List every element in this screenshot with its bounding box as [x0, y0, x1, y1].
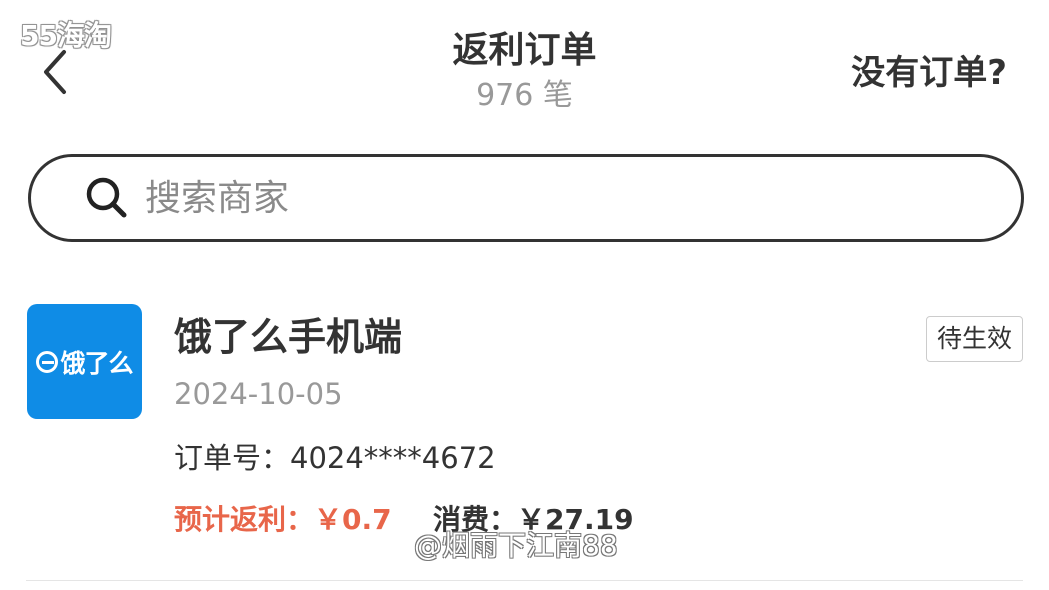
status-badge: 待生效: [925, 316, 1023, 362]
order-rebate-page: 55海淘 返利订单 976 笔 没有订单? 饿了么 饿了么手机端 待生效 202…: [0, 0, 1049, 590]
divider: [26, 580, 1023, 581]
order-item[interactable]: 饿了么 饿了么手机端 待生效 2024-10-05 订单号：4024****46…: [0, 300, 1049, 582]
no-order-link[interactable]: 没有订单?: [851, 50, 1007, 96]
watermark-username: @烟雨下江南88: [414, 529, 618, 562]
logo-text: 饿了么: [60, 348, 133, 378]
eleme-logo-icon: [36, 350, 59, 373]
search-input[interactable]: [143, 176, 947, 220]
estimated-rebate: 预计返利：￥0.7: [174, 503, 392, 536]
merchant-logo: 饿了么: [27, 304, 142, 419]
order-number: 订单号：4024****4672: [174, 441, 496, 475]
order-date: 2024-10-05: [174, 377, 343, 411]
merchant-name: 饿了么手机端: [174, 315, 403, 359]
search-icon: [85, 176, 129, 220]
search-bar[interactable]: [28, 154, 1024, 242]
